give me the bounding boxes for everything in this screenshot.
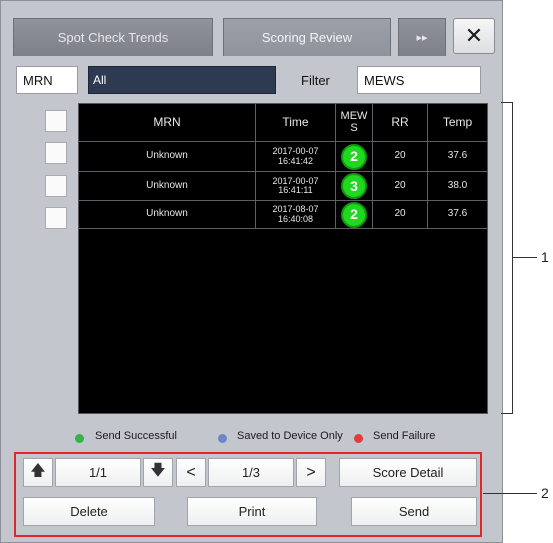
row-checkbox-1[interactable] [45, 142, 67, 164]
filter-select[interactable]: MEWS [357, 66, 481, 94]
row1-mrn[interactable]: Unknown [79, 142, 255, 171]
close-button[interactable]: ✕ [453, 18, 495, 54]
header-mrn[interactable]: MRN [79, 104, 255, 141]
bracket-line [512, 102, 513, 414]
header-temp[interactable]: Temp [428, 104, 487, 141]
row3-temp[interactable]: 37.6 [428, 201, 487, 228]
send-failure-icon [354, 434, 363, 443]
header-time[interactable]: Time [256, 104, 335, 141]
row3-mrn[interactable]: Unknown [79, 201, 255, 228]
callout-number-2: 2 [541, 485, 549, 501]
row2-score-cell[interactable]: 3 [336, 172, 372, 200]
row1-time[interactable]: 2017-00-07 16:41:42 [256, 142, 335, 171]
callout-line-1 [513, 257, 537, 258]
mews-score-badge: 2 [341, 201, 367, 228]
mews-score-badge: 3 [341, 173, 367, 199]
row2-temp[interactable]: 38.0 [428, 172, 487, 200]
row3-score-cell[interactable]: 2 [336, 201, 372, 228]
legend-saved-to-device: Saved to Device Only [237, 430, 343, 442]
mews-score-badge: 2 [341, 143, 367, 170]
tab-scoring-review[interactable]: Scoring Review [223, 18, 391, 56]
callout-line-2 [483, 493, 537, 494]
row1-temp[interactable]: 37.6 [428, 142, 487, 171]
legend-send-failure: Send Failure [373, 430, 436, 442]
row2-rr[interactable]: 20 [373, 172, 427, 200]
row3-rr[interactable]: 20 [373, 201, 427, 228]
row-checkbox-2[interactable] [45, 175, 67, 197]
header-mews[interactable]: MEW S [336, 104, 372, 141]
close-icon: ✕ [464, 23, 484, 48]
filter-label: Filter [301, 72, 330, 88]
tab-more-button[interactable]: ▸▸ [398, 18, 446, 56]
row2-time[interactable]: 2017-00-07 16:41:11 [256, 172, 335, 200]
mrn-select[interactable]: All [88, 66, 276, 94]
legend-send-successful: Send Successful [95, 430, 177, 442]
bracket-bottom [501, 413, 513, 414]
scoring-table: MRN Time MEW S RR Temp Unknown 2017-00-0… [78, 103, 488, 414]
row1-rr[interactable]: 20 [373, 142, 427, 171]
mrn-label: MRN [16, 66, 78, 94]
select-all-checkbox[interactable] [45, 110, 67, 132]
row1-score-cell[interactable]: 2 [336, 142, 372, 171]
saved-to-device-icon [218, 434, 227, 443]
header-rr[interactable]: RR [373, 104, 427, 141]
row-checkbox-3[interactable] [45, 207, 67, 229]
send-successful-icon [75, 434, 84, 443]
callout-number-1: 1 [541, 249, 549, 265]
grid-line [79, 228, 487, 229]
buttons-annotation-box [14, 452, 482, 537]
row3-time[interactable]: 2017-08-07 16:40:08 [256, 201, 335, 228]
tab-spot-check-trends[interactable]: Spot Check Trends [13, 18, 213, 56]
row2-mrn[interactable]: Unknown [79, 172, 255, 200]
